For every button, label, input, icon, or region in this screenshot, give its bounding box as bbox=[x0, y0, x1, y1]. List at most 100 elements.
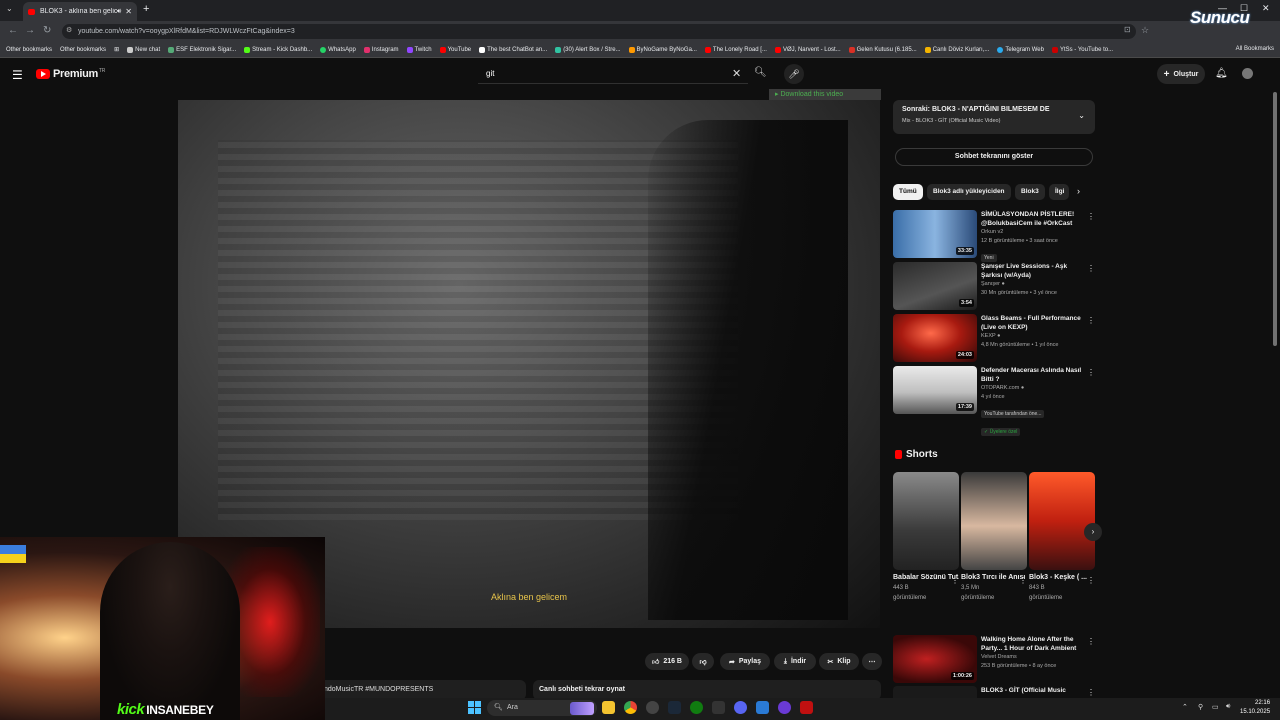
short-title[interactable]: Babalar Sözünü Tut... bbox=[893, 572, 959, 583]
chip-related[interactable]: İlgi bbox=[1049, 184, 1069, 200]
chevron-down-icon[interactable]: ⌄ bbox=[1078, 111, 1085, 120]
channel-name[interactable]: Velvet Dreams bbox=[981, 653, 1085, 662]
network-icon[interactable]: ▭ bbox=[1212, 703, 1219, 711]
hamburger-menu-icon[interactable]: ☰ bbox=[12, 68, 23, 82]
dislike-button[interactable]: 👎︎ bbox=[692, 653, 714, 670]
short-title[interactable]: Blok3 - Keşke ( ... bbox=[1029, 572, 1095, 583]
steam-icon[interactable] bbox=[668, 701, 681, 714]
app-icon[interactable] bbox=[778, 701, 791, 714]
app-icon[interactable] bbox=[712, 701, 725, 714]
notifications-bell-icon[interactable]: 🔔︎ bbox=[1215, 68, 1228, 79]
bookmark-item[interactable]: WhatsApp bbox=[320, 46, 356, 53]
bookmark-item[interactable]: The best ChatBot an... bbox=[479, 46, 547, 53]
chevron-right-icon[interactable]: › bbox=[1077, 186, 1080, 196]
video-title[interactable]: SİMÜLASYONDAN PİSTLERE! @BolukbasiCem il… bbox=[981, 210, 1085, 228]
video-thumbnail[interactable]: 17:39 bbox=[893, 366, 977, 414]
bookmark-item[interactable]: Telegram Web bbox=[997, 46, 1044, 53]
bookmark-item[interactable]: Twitch bbox=[406, 46, 432, 53]
clip-button[interactable]: ✂ Klip bbox=[819, 653, 859, 670]
clear-search-icon[interactable]: ✕ bbox=[732, 67, 741, 80]
video-title[interactable]: BLOK3 - GİT (Official Music bbox=[981, 686, 1085, 695]
video-thumbnail[interactable]: 1:00:26 bbox=[893, 635, 977, 683]
new-tab-icon[interactable]: + bbox=[143, 3, 149, 15]
more-vertical-icon[interactable]: ⋮ bbox=[951, 576, 959, 585]
more-vertical-icon[interactable]: ⋮ bbox=[1087, 368, 1095, 377]
list-item[interactable]: 33:35 SİMÜLASYONDAN PİSTLERE! @Bolukbasi… bbox=[893, 210, 1095, 262]
close-tab-icon[interactable]: ✕ bbox=[125, 7, 132, 16]
site-info-icon[interactable]: ⚙ bbox=[66, 26, 72, 34]
short-item[interactable]: Blok3 Tırcı ile Anısı 😂... 3,5 Mn görünt… bbox=[961, 472, 1027, 603]
tray-chevron-icon[interactable]: ⌃ bbox=[1182, 703, 1188, 711]
xbox-icon[interactable] bbox=[690, 701, 703, 714]
back-icon[interactable]: ← bbox=[8, 25, 18, 36]
page-scrollbar[interactable] bbox=[1273, 92, 1277, 346]
video-title[interactable]: Walking Home Alone After the Party... 1 … bbox=[981, 635, 1085, 653]
up-next-panel[interactable]: Sonraki: BLOK3 - N'APTIĞINI BILMESEM DE … bbox=[893, 100, 1095, 134]
channel-name[interactable]: Orkun v2 bbox=[981, 228, 1085, 237]
app-icon[interactable] bbox=[646, 701, 659, 714]
more-vertical-icon[interactable]: ⋮ bbox=[1087, 316, 1095, 325]
download-video-banner[interactable]: ▸ Download this video bbox=[769, 89, 881, 100]
list-item[interactable]: BLOK3 - GİT (Official Music ⋮ bbox=[893, 686, 1095, 698]
bookmark-item[interactable]: YouTube bbox=[439, 46, 471, 53]
short-title[interactable]: Blok3 Tırcı ile Anısı 😂... bbox=[961, 572, 1027, 583]
bookmark-item[interactable]: Other bookmarks bbox=[6, 47, 52, 53]
windows-start-icon[interactable] bbox=[468, 701, 481, 714]
speaker-icon[interactable]: 🔊︎ bbox=[117, 8, 121, 16]
channel-name[interactable]: KEXP ● bbox=[981, 332, 1085, 341]
all-bookmarks[interactable]: All Bookmarks bbox=[1236, 46, 1274, 52]
short-thumbnail[interactable] bbox=[961, 472, 1027, 570]
download-button[interactable]: ⤓ İndir bbox=[774, 653, 816, 670]
app-icon[interactable] bbox=[800, 701, 813, 714]
show-chat-button[interactable]: Sohbet tekranını göster bbox=[895, 148, 1093, 166]
replay-chat-button[interactable]: Canlı sohbeti tekrar oynat bbox=[533, 680, 881, 700]
video-title[interactable]: Defender Macerası Aslında Nasıl Bitti ? bbox=[981, 366, 1085, 384]
short-thumbnail[interactable] bbox=[893, 472, 959, 570]
url-field[interactable]: youtube.com/watch?v=ooygpXlRfdM&list=RDJ… bbox=[62, 24, 1136, 39]
bookmark-item[interactable]: Stream - Kick Dashb... bbox=[244, 46, 312, 53]
bookmark-item[interactable]: New chat bbox=[127, 46, 160, 53]
video-thumbnail[interactable]: 33:35 bbox=[893, 210, 977, 258]
video-title[interactable]: Glass Beams - Full Performance (Live on … bbox=[981, 314, 1085, 332]
browser-tab-active[interactable]: BLOK3 - aklına ben gelicem 🔊︎ ✕ bbox=[23, 2, 137, 21]
more-actions-button[interactable]: ⋯ bbox=[862, 653, 882, 670]
more-vertical-icon[interactable]: ⋮ bbox=[1087, 637, 1095, 646]
more-vertical-icon[interactable]: ⋮ bbox=[1087, 688, 1095, 697]
chip-all[interactable]: Tümü bbox=[893, 184, 923, 200]
more-vertical-icon[interactable]: ⋮ bbox=[1019, 576, 1027, 585]
more-vertical-icon[interactable]: ⋮ bbox=[1087, 576, 1095, 585]
list-item[interactable]: 1:00:26 Walking Home Alone After the Par… bbox=[893, 635, 1095, 683]
list-item[interactable]: 17:39 Defender Macerası Aslında Nasıl Bi… bbox=[893, 366, 1095, 436]
like-button[interactable]: 👍︎ 216 B bbox=[645, 653, 689, 670]
chip-uploader[interactable]: Blok3 adlı yükleyiciden bbox=[927, 184, 1011, 200]
discord-icon[interactable] bbox=[734, 701, 747, 714]
bookmark-item[interactable]: Canlı Döviz Kurları,... bbox=[924, 46, 989, 53]
channel-name[interactable]: Şanışer ● bbox=[981, 280, 1085, 289]
forward-icon[interactable]: → bbox=[25, 25, 35, 36]
bookmark-item[interactable]: (30) Alert Box / Stre... bbox=[555, 46, 621, 53]
bookmark-item[interactable]: VØJ, Narvent - Lost... bbox=[774, 46, 841, 53]
chip-blok3[interactable]: Blok3 bbox=[1015, 184, 1045, 200]
app-icon[interactable] bbox=[756, 701, 769, 714]
taskbar-clock[interactable]: 22:16 15.10.2025 bbox=[1240, 699, 1270, 717]
list-item[interactable]: 24:03 Glass Beams - Full Performance (Li… bbox=[893, 314, 1095, 362]
chrome-icon[interactable] bbox=[624, 701, 637, 714]
channel-name[interactable]: OTOPARK.com ● bbox=[981, 384, 1085, 393]
youtube-logo[interactable]: Premium TR bbox=[36, 68, 105, 80]
bookmark-star-icon[interactable]: ☆ bbox=[1141, 25, 1149, 36]
volume-icon[interactable]: 🔊︎ bbox=[1226, 703, 1230, 711]
video-thumbnail[interactable]: 24:03 bbox=[893, 314, 977, 362]
bookmark-item[interactable]: Gelen Kutusu (6.185... bbox=[848, 46, 917, 53]
video-title[interactable]: Şanışer Live Sessions - Aşk Şarkısı (w/A… bbox=[981, 262, 1085, 280]
bookmark-item[interactable]: The Lonely Road [... bbox=[704, 46, 767, 53]
install-app-icon[interactable]: ⊡ bbox=[1124, 25, 1131, 34]
search-icon[interactable]: 🔍︎ bbox=[754, 67, 767, 78]
video-thumbnail[interactable]: 3:54 bbox=[893, 262, 977, 310]
short-item[interactable]: Babalar Sözünü Tut... 443 B görüntüleme … bbox=[893, 472, 959, 603]
tab-list-icon[interactable]: ⌄ bbox=[6, 4, 13, 13]
bookmark-item[interactable]: YtSs - YouTube to... bbox=[1051, 46, 1113, 53]
reload-icon[interactable]: ↻ bbox=[43, 25, 51, 36]
bookmark-item[interactable]: Instagram bbox=[363, 46, 399, 53]
more-vertical-icon[interactable]: ⋮ bbox=[1087, 264, 1095, 273]
shorts-next-icon[interactable]: › bbox=[1084, 523, 1102, 541]
